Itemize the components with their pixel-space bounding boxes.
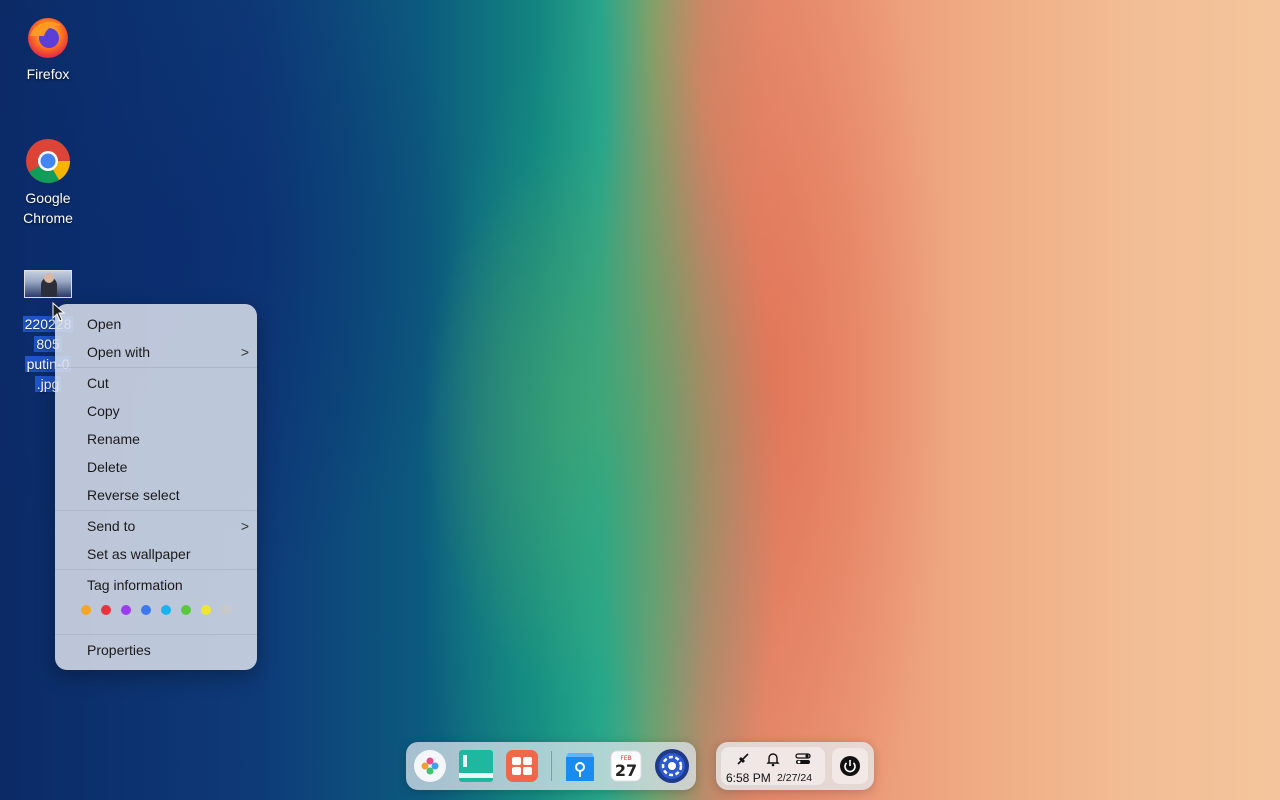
app-store-icon — [506, 750, 539, 782]
chrome-icon — [26, 139, 70, 183]
launcher-icon — [414, 750, 447, 782]
file-manager-icon — [459, 750, 494, 782]
tag-color-purple[interactable] — [121, 605, 131, 615]
menu-item-set-as-wallpaper[interactable]: Set as wallpaper — [55, 540, 257, 568]
menu-separator — [55, 367, 257, 368]
power-icon — [840, 756, 860, 776]
menu-item-cut[interactable]: Cut — [55, 369, 257, 397]
menu-separator — [55, 634, 257, 635]
desktop-icon-firefox[interactable]: Firefox — [0, 16, 96, 84]
tag-color-orange[interactable] — [81, 605, 91, 615]
tag-color-yellow[interactable] — [201, 605, 211, 615]
menu-separator — [55, 510, 257, 511]
dock-launcher[interactable] — [412, 747, 448, 785]
system-tray: 6:58 PM 2/27/24 — [716, 742, 874, 790]
menu-item-properties[interactable]: Properties — [55, 636, 257, 664]
control-center-icon[interactable] — [795, 751, 811, 767]
menu-separator — [55, 569, 257, 570]
menu-item-reverse-select[interactable]: Reverse select — [55, 481, 257, 509]
network-disconnected-icon[interactable] — [735, 751, 751, 767]
menu-item-open[interactable]: Open — [55, 310, 257, 338]
dock-app-store[interactable] — [504, 747, 540, 785]
dock-deepin-store[interactable] — [561, 747, 597, 785]
context-menu: Open Open with > Cut Copy Rename Delete … — [55, 304, 257, 670]
chevron-right-icon: > — [240, 518, 249, 534]
firefox-icon — [28, 18, 68, 58]
tag-color-green[interactable] — [181, 605, 191, 615]
mouse-cursor-icon — [52, 302, 66, 322]
tag-color-red[interactable] — [101, 605, 111, 615]
clock-time: 6:58 PM — [726, 771, 771, 785]
settings-icon — [654, 749, 689, 783]
menu-item-open-with[interactable]: Open with > — [55, 338, 257, 366]
deepin-store-icon — [565, 753, 594, 781]
menu-item-tag-information[interactable]: Tag information — [55, 571, 257, 599]
notification-bell-icon[interactable] — [765, 751, 781, 767]
calendar-icon: FEB 27 — [610, 750, 642, 782]
dock-file-manager[interactable] — [458, 747, 494, 785]
image-thumbnail — [24, 270, 72, 298]
dock-settings[interactable] — [654, 747, 690, 785]
menu-item-copy[interactable]: Copy — [55, 397, 257, 425]
tray-status-area[interactable]: 6:58 PM 2/27/24 — [721, 747, 825, 785]
tag-color-gray[interactable] — [221, 605, 231, 615]
power-button[interactable] — [832, 748, 868, 784]
desktop-icon-label: Google Chrome — [23, 190, 73, 226]
chevron-right-icon: > — [240, 344, 249, 360]
desktop-icon-label: Firefox — [26, 66, 70, 82]
tag-color-row — [55, 599, 257, 621]
desktop-icon-chrome[interactable]: Google Chrome — [0, 138, 96, 228]
menu-item-delete[interactable]: Delete — [55, 453, 257, 481]
clock-date: 2/27/24 — [777, 772, 813, 784]
dock: FEB 27 — [406, 742, 696, 790]
dock-calendar[interactable]: FEB 27 — [608, 747, 644, 785]
svg-text:27: 27 — [615, 761, 637, 780]
tag-color-cyan[interactable] — [161, 605, 171, 615]
menu-item-send-to[interactable]: Send to > — [55, 512, 257, 540]
dock-separator — [550, 751, 552, 781]
tag-color-blue[interactable] — [141, 605, 151, 615]
menu-item-rename[interactable]: Rename — [55, 425, 257, 453]
